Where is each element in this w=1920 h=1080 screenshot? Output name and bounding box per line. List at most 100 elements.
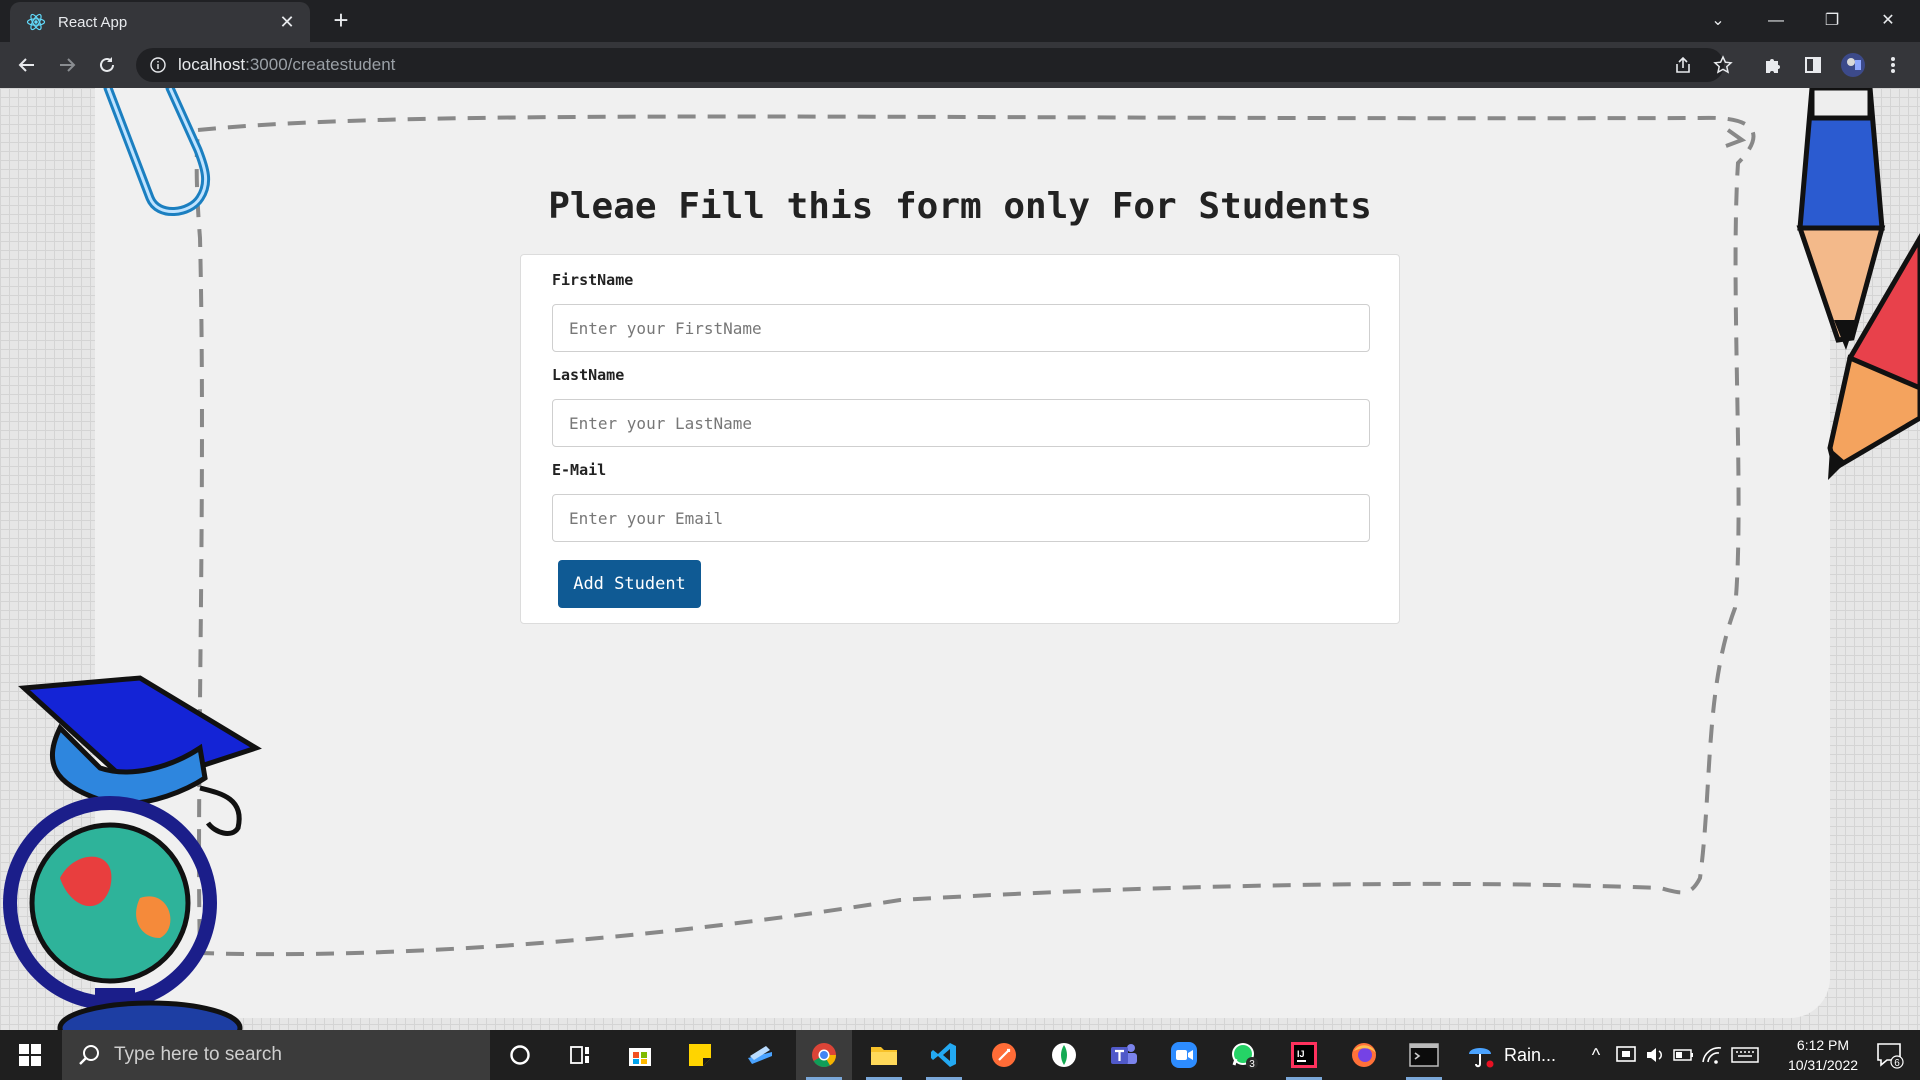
arrow-right-icon [60,58,76,72]
svg-text:IJ: IJ [1297,1049,1305,1059]
puzzle-icon [1766,59,1780,73]
store-button[interactable] [612,1030,668,1080]
show-hidden-icons-button[interactable]: ^ [1584,1045,1608,1066]
back-button[interactable] [12,50,42,80]
terminal-icon [1409,1043,1439,1067]
side-panel-icon [1805,57,1821,73]
battery-icon[interactable] [1672,1044,1696,1066]
browser-toolbar: localhost:3000/createstudent [0,42,1920,88]
share-icon [1676,56,1690,73]
sticky-notes-button[interactable] [672,1030,728,1080]
weather-text: Rain... [1504,1044,1557,1065]
browser-tab[interactable]: React App ✕ [10,2,310,42]
menu-button[interactable] [1878,50,1908,80]
new-tab-button[interactable]: + [326,6,356,36]
firstname-input[interactable] [552,304,1370,352]
paperclip-illustration [103,88,211,216]
email-input[interactable] [552,494,1370,542]
minimize-button[interactable]: — [1754,4,1798,38]
reload-icon [100,57,114,72]
firstname-label: FirstName [552,271,634,289]
chrome-icon [812,1043,836,1068]
close-tab-icon[interactable]: ✕ [276,12,298,33]
wifi-icon[interactable] [1700,1044,1724,1066]
avatar [1841,53,1865,77]
globe-illustration [3,796,243,1030]
bookmark-button[interactable] [1708,50,1738,80]
windows-logo-icon [19,1044,41,1066]
whatsapp-badge: 3 [1249,1059,1255,1070]
address-bar[interactable]: localhost:3000/createstudent [136,48,1724,82]
network-drive-icon[interactable] [1614,1044,1640,1066]
react-icon [26,13,46,31]
reload-button[interactable] [92,50,122,80]
firefox-button[interactable] [1336,1030,1392,1080]
postman-icon [992,1043,1016,1067]
chrome-taskbar-button[interactable] [796,1030,852,1080]
browser-tabstrip: React App ✕ + ⌄ — ❐ ✕ [0,0,1920,42]
page-viewport: Pleae Fill this form only For Students F… [0,88,1920,1030]
firefox-icon [1352,1043,1376,1067]
info-icon [150,57,166,73]
taskbar-clock[interactable]: 6:12 PM 10/31/2022 [1778,1035,1868,1075]
notification-icon: 6 [1877,1043,1904,1069]
extensions-button[interactable] [1758,50,1788,80]
taskbar-search[interactable]: Type here to search [62,1030,490,1080]
add-student-button[interactable]: Add Student [558,560,701,608]
task-view-icon [570,1046,589,1064]
search-icon [79,1045,99,1065]
notification-center-button[interactable]: 6 [1866,1030,1914,1080]
zoom-icon [1171,1042,1197,1068]
close-window-button[interactable]: ✕ [1866,4,1910,38]
teams-icon [1111,1044,1137,1064]
microsoft-store-icon [629,1048,651,1066]
clock-time: 6:12 PM [1796,1037,1850,1053]
volume-icon[interactable] [1644,1044,1668,1066]
keyboard-icon[interactable] [1730,1044,1760,1066]
student-form: FirstName LastName E-Mail Add Student [520,254,1400,624]
tab-search-icon[interactable]: ⌄ [1696,4,1740,38]
vscode-icon [931,1043,956,1067]
file-transfer-button[interactable] [732,1030,788,1080]
whatsapp-button[interactable]: 3 [1216,1030,1272,1080]
zoom-button[interactable] [1156,1030,1212,1080]
restore-button[interactable]: ❐ [1810,4,1854,38]
kebab-menu-icon [1891,57,1895,73]
vscode-button[interactable] [916,1030,972,1080]
start-button[interactable] [0,1030,60,1080]
page-title: Pleae Fill this form only For Students [548,186,1372,227]
whatsapp-icon: 3 [1232,1043,1258,1070]
lastname-input[interactable] [552,399,1370,447]
url-path: :3000/createstudent [245,55,396,74]
profile-button[interactable] [1838,50,1868,80]
star-icon [1713,55,1733,74]
lastname-label: LastName [552,366,625,384]
arrow-left-icon [18,58,34,72]
email-label: E-Mail [552,461,607,479]
windows-taskbar: Type here to search 3 IJ Rain... ^ 6:12 … [0,1030,1920,1080]
mongodb-compass-icon [1052,1043,1076,1067]
side-panel-button[interactable] [1798,50,1828,80]
share-button[interactable] [1668,50,1698,80]
cortana-button[interactable] [492,1030,548,1080]
intellij-button[interactable]: IJ [1276,1030,1332,1080]
system-tray: ^ [1584,1030,1760,1080]
file-transfer-icon [748,1046,772,1064]
notification-count: 6 [1894,1058,1900,1069]
postman-button[interactable] [976,1030,1032,1080]
blue-pencil-illustration [1796,88,1886,350]
search-placeholder: Type here to search [114,1044,282,1065]
cortana-icon [510,1045,530,1065]
rain-umbrella-icon [1469,1048,1494,1068]
mongodb-compass-button[interactable] [1036,1030,1092,1080]
file-explorer-button[interactable] [856,1030,912,1080]
weather-widget[interactable]: Rain... [1466,1030,1556,1080]
forward-button[interactable] [52,50,82,80]
task-view-button[interactable] [552,1030,608,1080]
tab-title: React App [58,13,128,31]
teams-button[interactable] [1096,1030,1152,1080]
url-host: localhost [178,55,246,74]
file-explorer-icon [871,1047,897,1065]
clock-date: 10/31/2022 [1787,1057,1859,1073]
terminal-button[interactable] [1396,1030,1452,1080]
